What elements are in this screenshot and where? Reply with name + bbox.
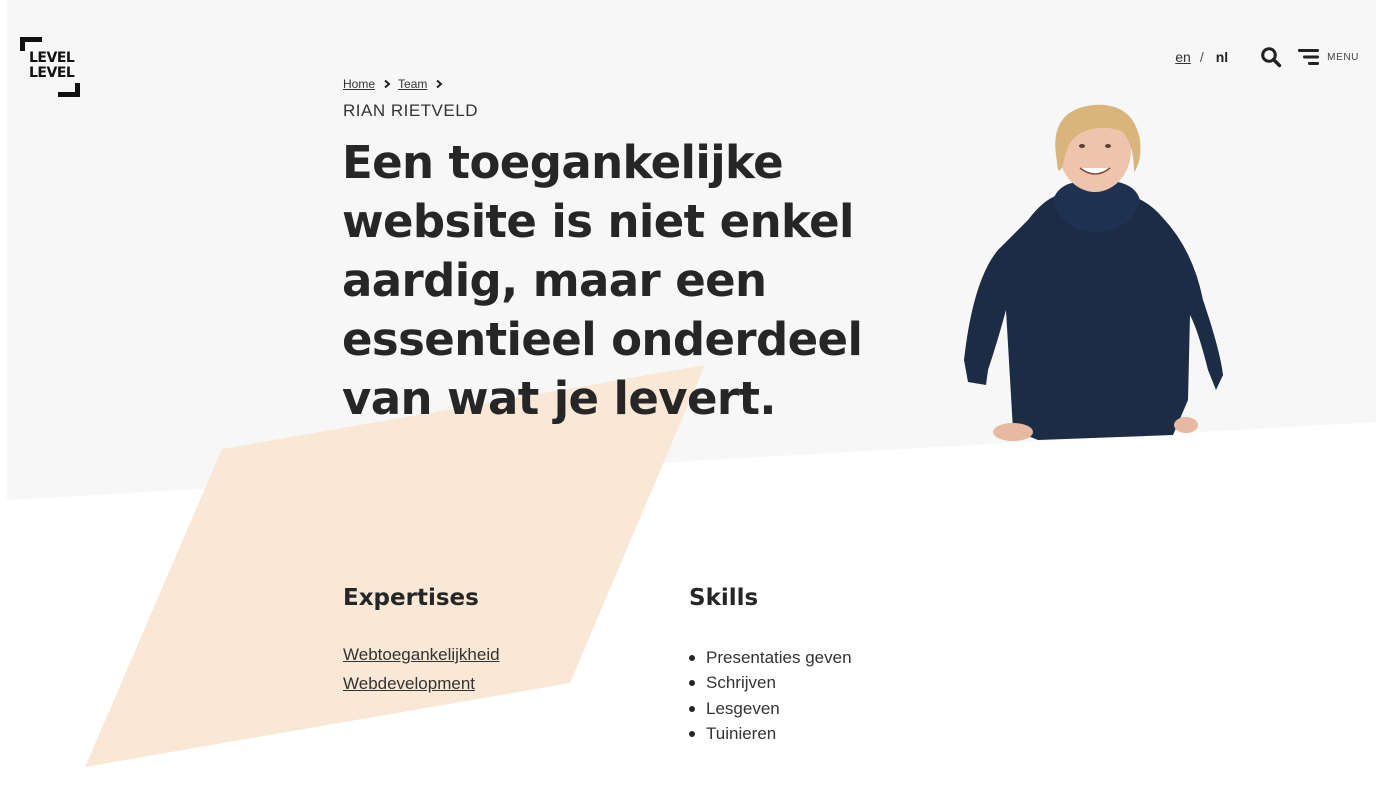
breadcrumb: Home Team (343, 77, 450, 91)
language-nl-current[interactable]: nl (1216, 49, 1228, 65)
skill-label: Schrijven (706, 673, 776, 693)
expertise-link[interactable]: Webdevelopment (343, 674, 475, 693)
logo-text-line2: LEVEL (29, 65, 75, 81)
chevron-right-icon (384, 79, 391, 89)
expertises-list: Webtoegankelijkheid Webdevelopment (343, 645, 500, 702)
skill-label: Tuinieren (706, 724, 777, 744)
list-item: Presentaties geven (689, 642, 852, 671)
skill-label: Lesgeven (706, 698, 780, 718)
menu-label: MENU (1327, 51, 1359, 63)
language-separator: / (1199, 49, 1204, 65)
skill-label: Presentaties geven (706, 647, 852, 667)
list-item: Lesgeven (689, 693, 852, 722)
menu-icon (1298, 49, 1320, 65)
list-item: Schrijven (689, 668, 852, 697)
bullet-icon (689, 680, 695, 687)
person-name: RIAN RIETVELD (343, 101, 478, 120)
skills-list: Presentaties geven Schrijven Lesgeven Tu… (689, 645, 852, 747)
profile-quote: Een toegankelijke website is niet enkel … (342, 136, 863, 425)
menu-button[interactable]: MENU (1298, 48, 1359, 66)
breadcrumb-team-link[interactable]: Team (398, 77, 427, 91)
portrait-photo: Portrait of Rian Rietveld (964, 104, 1223, 441)
list-item: Tuinieren (689, 719, 852, 748)
logo-corner-bottom-right (58, 83, 80, 97)
logo-corner-top-left (20, 37, 42, 51)
bullet-icon (689, 654, 695, 661)
bullet-icon (689, 731, 695, 738)
bullet-icon (689, 705, 695, 712)
skills-heading: Skills (689, 585, 759, 611)
language-en-link[interactable]: en (1175, 49, 1191, 65)
expertise-link[interactable]: Webtoegankelijkheid (343, 645, 500, 664)
breadcrumb-home-link[interactable]: Home (343, 77, 375, 91)
level-level-logo[interactable]: LEVEL LEVEL (20, 37, 80, 97)
chevron-right-icon (436, 79, 443, 89)
logo-text-line1: LEVEL (29, 50, 75, 66)
top-navigation: en / nl MENU (1175, 46, 1359, 68)
list-item: Webdevelopment (343, 674, 500, 703)
list-item: Webtoegankelijkheid (343, 645, 500, 674)
expertises-heading: Expertises (343, 585, 479, 611)
search-icon[interactable] (1260, 46, 1282, 68)
